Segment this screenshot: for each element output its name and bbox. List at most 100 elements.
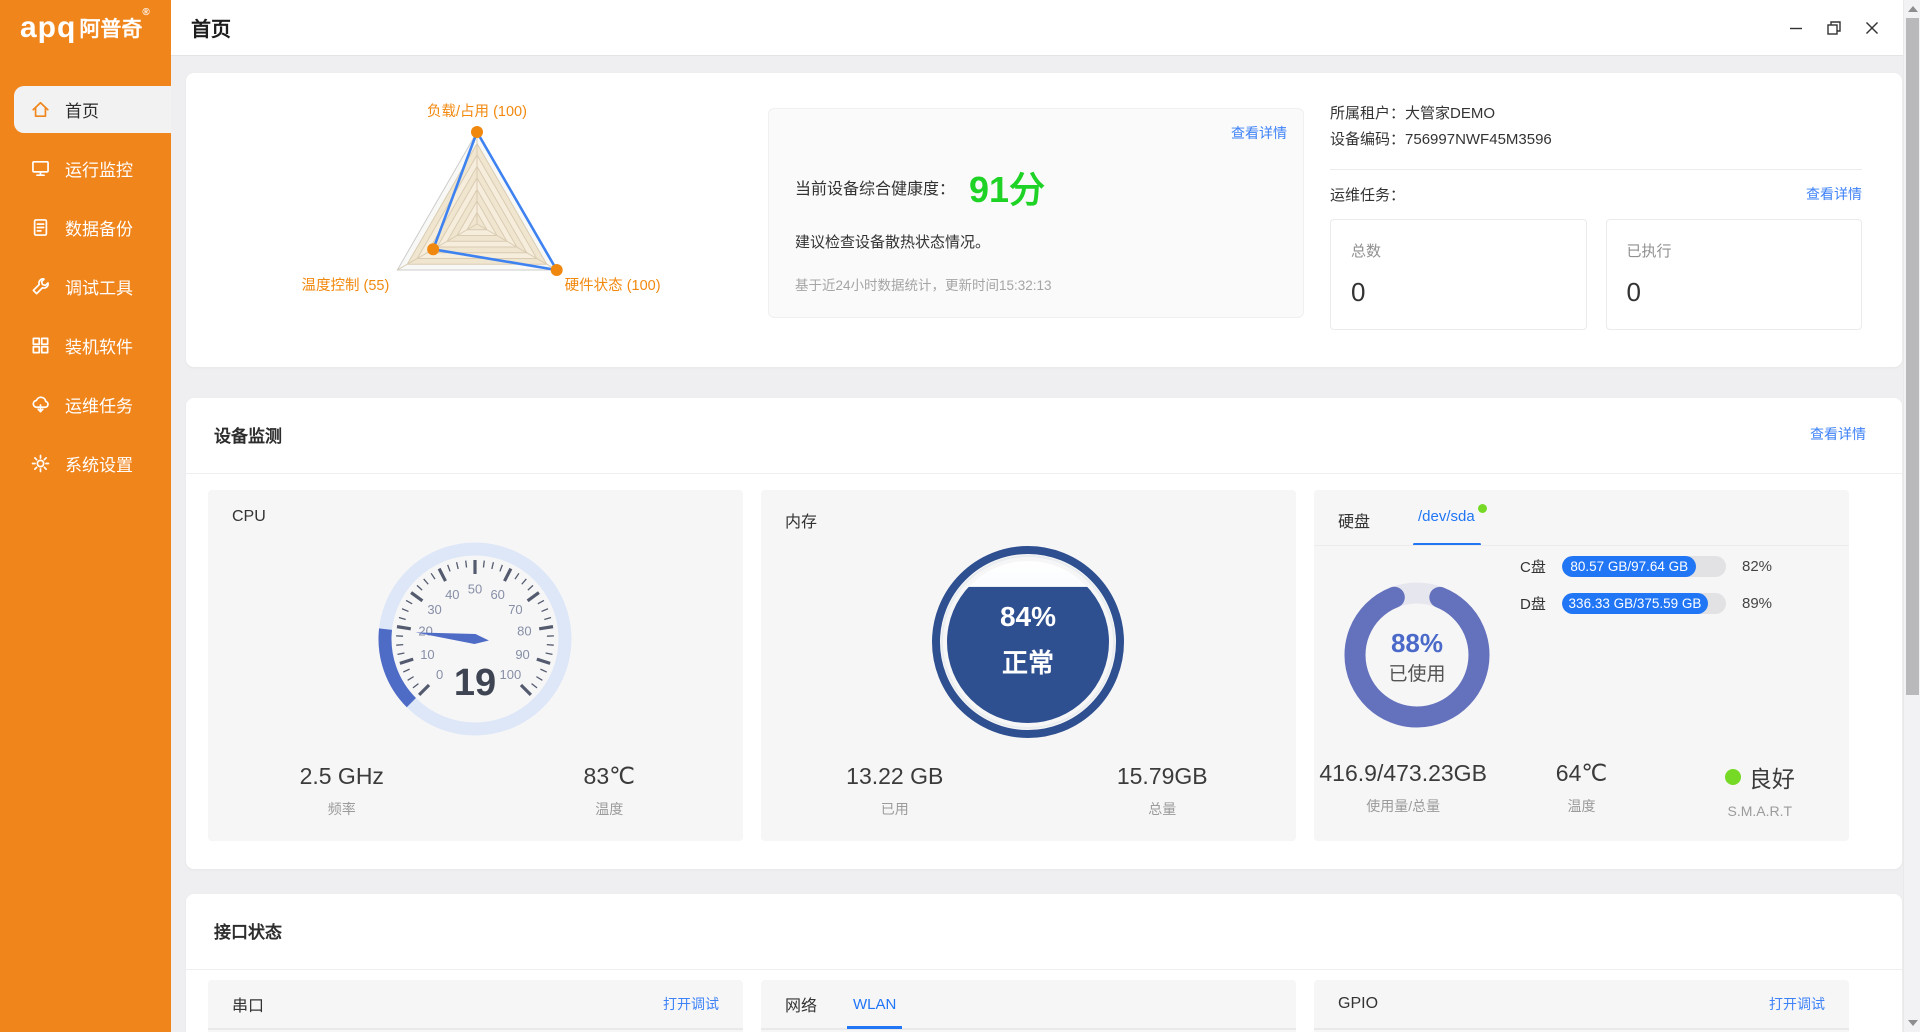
health-panel: 查看详情 当前设备综合健康度： 91分 建议检查设备散热状态情况。 基于近24小… — [768, 108, 1304, 318]
interface-grid: 串口打开调试网络WLANGPIO打开调试 — [208, 980, 1849, 1032]
sidebar: apq 阿普奇® 首页运行监控数据备份调试工具装机软件运维任务系统设置 — [0, 0, 171, 1032]
tenant-divider — [1330, 169, 1862, 170]
metric-value: 良好 — [1671, 760, 1849, 794]
sidebar-item-home[interactable]: 首页 — [14, 86, 171, 133]
sidebar-item-label: 运行监控 — [65, 156, 133, 181]
metric-value: 83℃ — [476, 763, 744, 790]
svg-text:60: 60 — [490, 587, 504, 602]
device-code-line: 设备编码：756997NWF45M3596 — [1330, 127, 1862, 153]
ops-tasks-row: 运维任务： 查看详情 — [1330, 184, 1862, 205]
sidebar-item-label: 装机软件 — [65, 333, 133, 358]
interface-card-title: 网络 — [785, 992, 817, 1016]
sidebar-item-label: 调试工具 — [65, 274, 133, 299]
partition-percent: 89% — [1742, 595, 1772, 612]
vertical-scrollbar[interactable] — [1903, 0, 1920, 1032]
logo-brand-text: 阿普奇® — [79, 13, 149, 43]
svg-text:0: 0 — [436, 667, 443, 682]
partition-bar-track: 336.33 GB/375.59 GB — [1562, 593, 1726, 614]
sidebar-item-software[interactable]: 装机软件 — [14, 322, 171, 369]
scrollbar-thumb[interactable] — [1906, 18, 1919, 695]
interface-card-header: 网络 WLAN — [761, 980, 1296, 1030]
sidebar-item-label: 首页 — [65, 97, 99, 122]
metric: 83℃温度 — [476, 763, 744, 819]
cloud-down-icon — [28, 393, 52, 417]
sidebar-item-label: 系统设置 — [65, 451, 133, 476]
grid-icon — [28, 334, 52, 358]
close-icon[interactable] — [1858, 14, 1886, 42]
metric-value: 15.79GB — [1029, 763, 1297, 790]
app-logo: apq 阿普奇® — [0, 0, 171, 56]
memory-card: 内存 84%正常 13.22 GB已用15.79GB总量 — [761, 490, 1296, 841]
metric-value: 416.9/473.23GB — [1314, 760, 1492, 787]
partition-row: C盘80.57 GB/97.64 GB 82% — [1520, 556, 1772, 577]
task-stat-label: 总数 — [1351, 240, 1586, 261]
sidebar-item-label: 数据备份 — [65, 215, 133, 240]
health-score-row: 当前设备综合健康度： 91分 — [795, 161, 1045, 213]
wrench-icon — [28, 275, 52, 299]
sidebar-item-monitor[interactable]: 运行监控 — [14, 145, 171, 192]
svg-text:70: 70 — [508, 602, 522, 617]
task-stat-label: 已执行 — [1627, 240, 1862, 261]
svg-text:正常: 正常 — [1002, 648, 1054, 678]
monitor-grid: CPU 010203040506070809010019 2.5 GHz频率83… — [208, 490, 1849, 841]
ops-tasks-detail-link[interactable]: 查看详情 — [1806, 184, 1862, 205]
interface-tab-wlan[interactable]: WLAN — [853, 996, 896, 1013]
interface-card-title: GPIO — [1338, 995, 1378, 1013]
svg-text:负载/占用 (100): 负载/占用 (100) — [427, 103, 527, 120]
task-stat-box: 总数0 — [1330, 219, 1587, 330]
memory-card-title: 内存 — [785, 508, 817, 532]
memory-metrics: 13.22 GB已用15.79GB总量 — [761, 763, 1296, 819]
interface-card-header: GPIO 打开调试 — [1314, 980, 1849, 1030]
partition-bar-fill: 336.33 GB/375.59 GB — [1562, 593, 1708, 614]
metric: 良好S.M.A.R.T — [1671, 760, 1849, 819]
metric-label: 总量 — [1029, 799, 1297, 819]
interface-card-gpio: GPIO 打开调试 — [1314, 980, 1849, 1032]
partition-row: D盘336.33 GB/375.59 GB89% — [1520, 593, 1772, 614]
window-controls — [1782, 14, 1886, 42]
logo-apq-text: apq — [20, 13, 76, 43]
sidebar-nav: 首页运行监控数据备份调试工具装机软件运维任务系统设置 — [0, 86, 171, 487]
tenant-owner-value: 大管家DEMO — [1405, 105, 1495, 122]
svg-text:90: 90 — [515, 647, 529, 662]
health-score-label: 当前设备综合健康度： — [795, 175, 955, 199]
metric: 64℃温度 — [1492, 760, 1670, 819]
ops-tasks-label: 运维任务： — [1330, 184, 1405, 205]
scroll-down-arrow-icon[interactable] — [1908, 1020, 1918, 1026]
partition-bar-fill: 80.57 GB/97.64 GB — [1562, 556, 1696, 577]
memory-liquid-chart: 84%正常 — [928, 542, 1128, 742]
svg-text:已使用: 已使用 — [1388, 663, 1445, 685]
task-stat-value: 0 — [1627, 277, 1862, 308]
sidebar-item-tools[interactable]: 调试工具 — [14, 263, 171, 310]
titlebar: 首页 — [171, 0, 1920, 56]
metric: 2.5 GHz频率 — [208, 763, 476, 819]
metric: 15.79GB 总量 — [1029, 763, 1297, 819]
sidebar-item-tasks[interactable]: 运维任务 — [14, 381, 171, 428]
health-basis: 基于近24小时数据统计，更新时间15:32:13 — [795, 274, 1052, 294]
sidebar-item-settings[interactable]: 系统设置 — [14, 440, 171, 487]
scroll-up-arrow-icon[interactable] — [1908, 6, 1918, 12]
interface-status-card: 接口状态 串口打开调试网络WLANGPIO打开调试 — [186, 894, 1902, 1032]
ops-task-stats: 总数0 已执行 0 — [1330, 219, 1862, 330]
interface-card-network: 网络 WLAN — [761, 980, 1296, 1032]
disk-card-title: 硬盘 — [1338, 508, 1370, 532]
svg-text:19: 19 — [454, 662, 496, 704]
metric-label: 频率 — [208, 799, 476, 819]
minimize-icon[interactable] — [1782, 14, 1810, 42]
sidebar-item-backup[interactable]: 数据备份 — [14, 204, 171, 251]
disk-device-tab[interactable]: /dev/sda — [1418, 508, 1475, 525]
main-content: 负载/占用 (100)温度控制 (55)硬件状态 (100) 查看详情 当前设备… — [171, 56, 1920, 1032]
metric-value: 64℃ — [1492, 760, 1670, 787]
svg-text:30: 30 — [427, 602, 441, 617]
health-detail-link[interactable]: 查看详情 — [1231, 123, 1287, 143]
disk-card: 硬盘 /dev/sda 88%已使用 C盘80.57 GB/97.64 GB82… — [1314, 490, 1849, 841]
metric: 416.9/473.23GB使用量/总量 — [1314, 760, 1492, 819]
partition-name: C盘 — [1520, 556, 1562, 577]
cpu-card: CPU 010203040506070809010019 2.5 GHz频率83… — [208, 490, 743, 841]
monitor-detail-link[interactable]: 查看详情 — [1810, 424, 1866, 444]
svg-text:80: 80 — [517, 624, 531, 639]
open-debug-link[interactable]: 打开调试 — [1769, 994, 1825, 1014]
partition-percent: 82% — [1742, 558, 1772, 575]
restore-icon[interactable] — [1820, 14, 1848, 42]
open-debug-link[interactable]: 打开调试 — [663, 994, 719, 1014]
svg-text:20: 20 — [418, 624, 432, 639]
